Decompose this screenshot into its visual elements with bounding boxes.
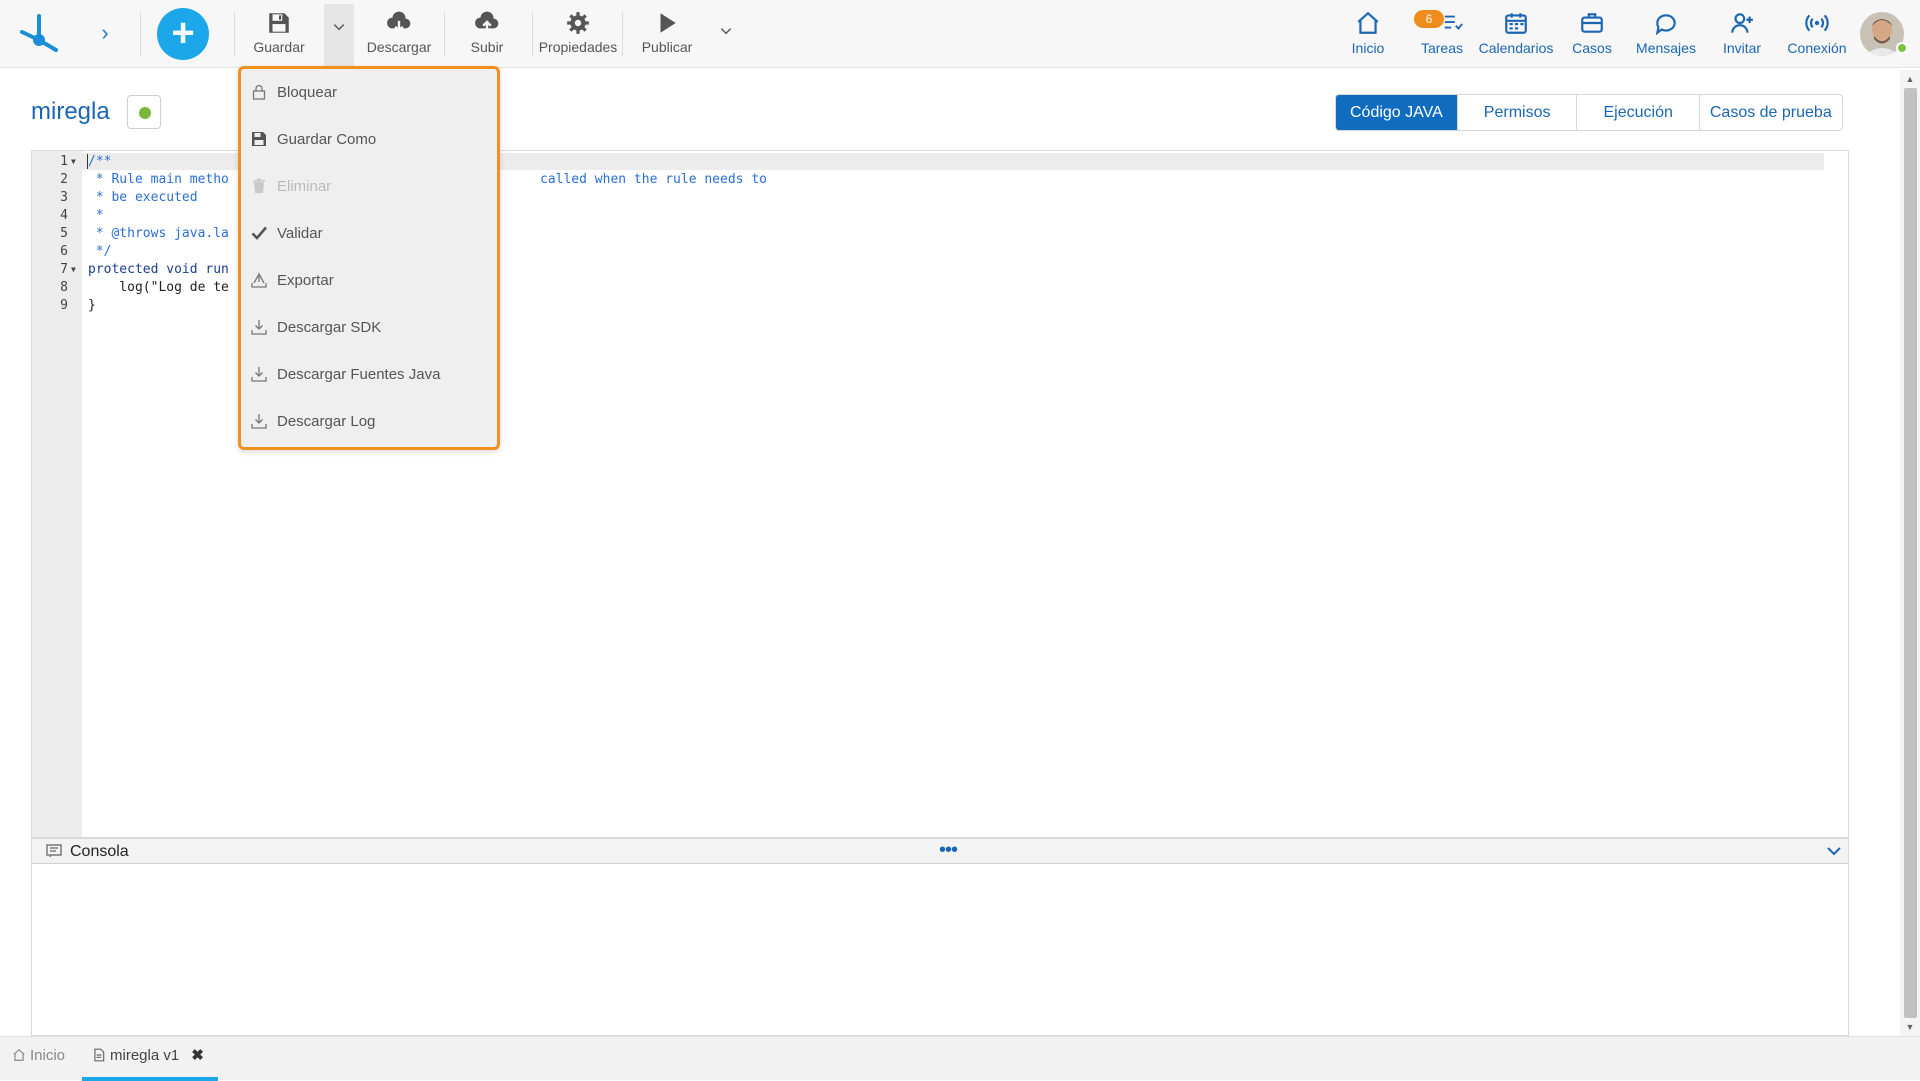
- home-icon: [13, 1048, 25, 1061]
- properties-button[interactable]: Propiedades: [538, 6, 618, 62]
- text-cursor: [87, 154, 88, 169]
- nav-mensajes[interactable]: Mensajes: [1634, 8, 1698, 58]
- nav-casos[interactable]: Casos: [1568, 8, 1616, 58]
- add-user-icon: [1731, 13, 1753, 33]
- divider: [140, 12, 141, 56]
- divider: [234, 12, 235, 56]
- nav-conexion[interactable]: Conexión: [1784, 8, 1850, 58]
- scroll-down-arrow-icon[interactable]: ▼: [1905, 1022, 1915, 1032]
- tab-ejecucion[interactable]: Ejecución: [1576, 95, 1698, 130]
- chevron-down-icon: [333, 24, 345, 31]
- menu-item-validar[interactable]: Validar: [251, 216, 489, 252]
- divider: [444, 12, 445, 56]
- nav-calendarios[interactable]: Calendarios: [1478, 8, 1554, 58]
- broadcast-connection-icon: [1805, 14, 1829, 32]
- download-icon: [251, 414, 267, 429]
- scroll-up-arrow-icon[interactable]: ▲: [1905, 74, 1915, 84]
- briefcase-icon: [1581, 13, 1603, 33]
- open-documents-bar: Inicio miregla v1 ✖: [0, 1036, 1920, 1081]
- save-as-icon: [252, 132, 266, 146]
- bottom-tab-inicio[interactable]: Inicio: [12, 1037, 65, 1081]
- chevron-down-icon[interactable]: [1826, 843, 1842, 859]
- expand-sidebar-chevron-icon[interactable]: ›: [92, 20, 118, 46]
- check-icon: [251, 226, 267, 240]
- save-options-menu: Bloquear Guardar Como Eliminar Validar E…: [238, 66, 500, 450]
- divider: [622, 12, 623, 56]
- nav-inicio[interactable]: Inicio: [1346, 8, 1390, 58]
- console-header[interactable]: Consola •••: [31, 838, 1849, 864]
- menu-item-descargar-sdk[interactable]: Descargar SDK: [251, 310, 489, 346]
- close-tab-icon[interactable]: ✖: [191, 1047, 204, 1064]
- export-icon: [251, 272, 267, 288]
- document-icon: [94, 1048, 105, 1062]
- tasks-checklist-icon: [1444, 15, 1463, 30]
- top-toolbar: › + Guardar Descargar Subir Propiedades …: [0, 0, 1920, 68]
- nav-tareas[interactable]: 6 Tareas: [1414, 8, 1466, 58]
- menu-item-descargar-log[interactable]: Descargar Log: [251, 404, 489, 440]
- upload-button[interactable]: Subir: [454, 6, 520, 62]
- chat-bubble-icon: [1655, 14, 1676, 36]
- console-resize-handle[interactable]: •••: [939, 839, 958, 861]
- menu-item-eliminar[interactable]: Eliminar: [251, 169, 489, 205]
- cloud-download-icon: [387, 11, 411, 33]
- play-icon: [660, 13, 676, 33]
- lock-icon: [252, 84, 266, 100]
- download-icon: [251, 367, 267, 382]
- status-dot: [139, 107, 151, 119]
- home-icon: [1357, 11, 1379, 34]
- menu-item-guardar-como[interactable]: Guardar Como: [251, 122, 489, 158]
- chevron-down-icon: [720, 28, 732, 35]
- menu-item-descargar-fuentes-java[interactable]: Descargar Fuentes Java: [251, 357, 489, 393]
- tab-casos-de-prueba[interactable]: Casos de prueba: [1698, 95, 1842, 130]
- tasks-count-badge: 6: [1414, 10, 1444, 28]
- online-status-dot: [1896, 42, 1908, 54]
- menu-item-exportar[interactable]: Exportar: [251, 263, 489, 299]
- tab-codigo-java[interactable]: Código JAVA: [1336, 95, 1457, 130]
- page-scrollbar[interactable]: ▲ ▼: [1900, 70, 1920, 1036]
- calendar-icon: [1505, 13, 1527, 34]
- publish-button[interactable]: Publicar: [632, 6, 702, 62]
- nav-invitar[interactable]: Invitar: [1720, 8, 1764, 58]
- console-icon: [46, 844, 62, 858]
- download-button[interactable]: Descargar: [364, 6, 434, 62]
- cloud-upload-icon: [475, 11, 499, 32]
- publish-options-dropdown-button[interactable]: [716, 6, 736, 62]
- fold-toggle-icon[interactable]: ▼: [71, 153, 76, 171]
- tab-permisos[interactable]: Permisos: [1456, 95, 1577, 130]
- bottom-tab-miregla[interactable]: miregla v1 ✖: [82, 1037, 218, 1081]
- scrollbar-thumb[interactable]: [1904, 88, 1917, 1018]
- save-icon: [269, 13, 289, 33]
- menu-item-bloquear[interactable]: Bloquear: [251, 75, 489, 111]
- download-icon: [251, 320, 267, 335]
- fold-toggle-icon[interactable]: ▼: [71, 261, 76, 279]
- app-logo-icon[interactable]: [16, 10, 62, 56]
- trash-icon: [253, 178, 265, 193]
- status-indicator-button[interactable]: [127, 95, 161, 129]
- gear-icon: [567, 12, 589, 34]
- save-button[interactable]: Guardar: [246, 6, 312, 62]
- add-new-button[interactable]: +: [157, 8, 209, 60]
- save-options-dropdown-button[interactable]: [324, 4, 354, 68]
- divider: [532, 12, 533, 56]
- view-tabs: Código JAVA Permisos Ejecución Casos de …: [1335, 94, 1843, 131]
- console-output: [31, 864, 1849, 1036]
- page-title: miregla: [31, 98, 110, 125]
